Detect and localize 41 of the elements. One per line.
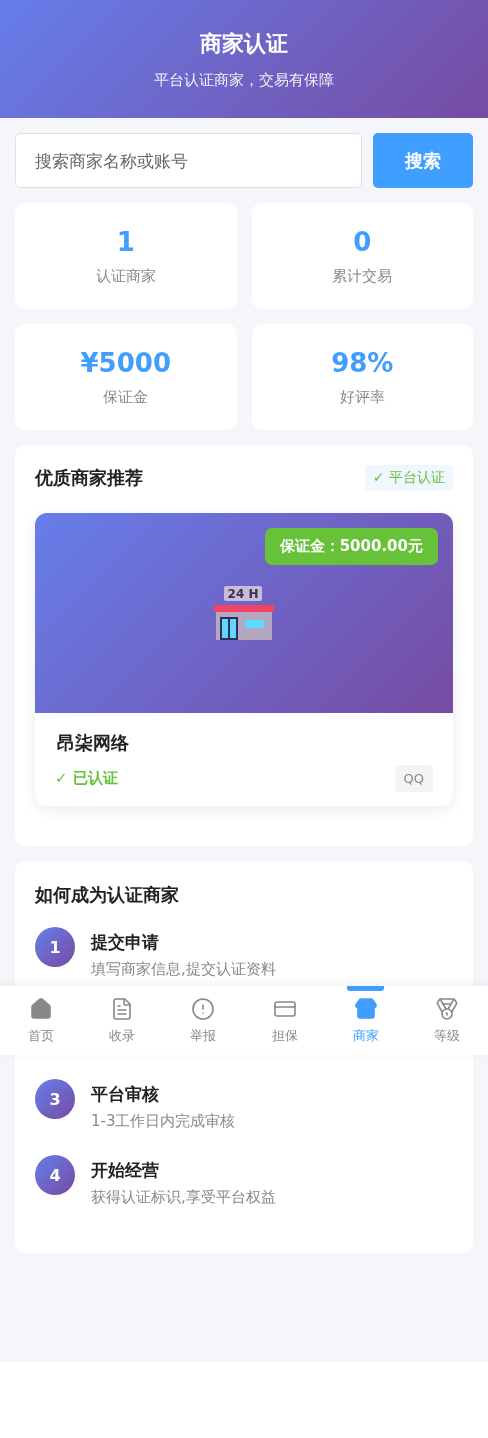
- search-field[interactable]: 搜索商家名称或账号: [15, 133, 362, 188]
- step-description: 获得认证标识,享受平台权益: [91, 1188, 277, 1207]
- nav-tab[interactable]: 举报: [162, 986, 244, 1055]
- step-title: 开始经营: [91, 1159, 160, 1181]
- section-title: 如何成为认证商家: [35, 883, 180, 907]
- step-title: 提交申请: [91, 931, 160, 953]
- page-subtitle: 平台认证商家，交易有保障: [154, 70, 334, 90]
- stat-label: 认证商家: [95, 266, 156, 286]
- step-title: 平台审核: [91, 1083, 160, 1105]
- merchant-name: 昂柒网络: [56, 731, 130, 755]
- nav-tab[interactable]: 担保: [244, 986, 326, 1055]
- step-number: 3: [35, 1079, 75, 1119]
- page-title: 商家认证: [200, 29, 288, 58]
- search-button[interactable]: 搜索: [373, 133, 473, 188]
- step-number: 4: [35, 1155, 75, 1195]
- medal-icon: [435, 996, 460, 1021]
- stat-value: 1: [116, 226, 135, 257]
- deposit-badge: 保证金：5000.00元: [264, 528, 438, 565]
- stat-value: 98%: [331, 347, 394, 378]
- verified-label: ✓ 已认证: [55, 769, 118, 788]
- contact-tag: QQ: [394, 765, 433, 792]
- store-icon: [354, 996, 378, 1021]
- store-drawing: 24 H: [213, 585, 275, 641]
- nav-tab[interactable]: 首页: [0, 986, 82, 1055]
- section-title: 优质商家推荐: [35, 466, 143, 490]
- stat-value: ¥5000: [80, 347, 171, 378]
- merchant-card[interactable]: 保证金：5000.00元 24 H 昂柒网络 ✓ 已认证 QQ: [35, 513, 453, 806]
- stat-value: 0: [353, 226, 372, 257]
- nav-tab[interactable]: 等级: [406, 986, 488, 1055]
- stat-label: 好评率: [339, 387, 385, 407]
- step-description: 填写商家信息,提交认证资料: [91, 960, 277, 979]
- stat-label: 累计交易: [332, 266, 393, 286]
- nav-tab[interactable]: 收录: [81, 986, 163, 1055]
- step-description: 1-3工作日内完成审核: [91, 1112, 237, 1131]
- alert-icon: [191, 996, 216, 1021]
- nav-tab[interactable]: 商家: [325, 986, 407, 1055]
- document-icon: [110, 996, 134, 1021]
- step-number: 1: [35, 927, 75, 967]
- stat-label: 保证金: [103, 387, 149, 407]
- home-icon: [28, 996, 53, 1021]
- certified-badge: ✓ 平台认证: [364, 465, 453, 491]
